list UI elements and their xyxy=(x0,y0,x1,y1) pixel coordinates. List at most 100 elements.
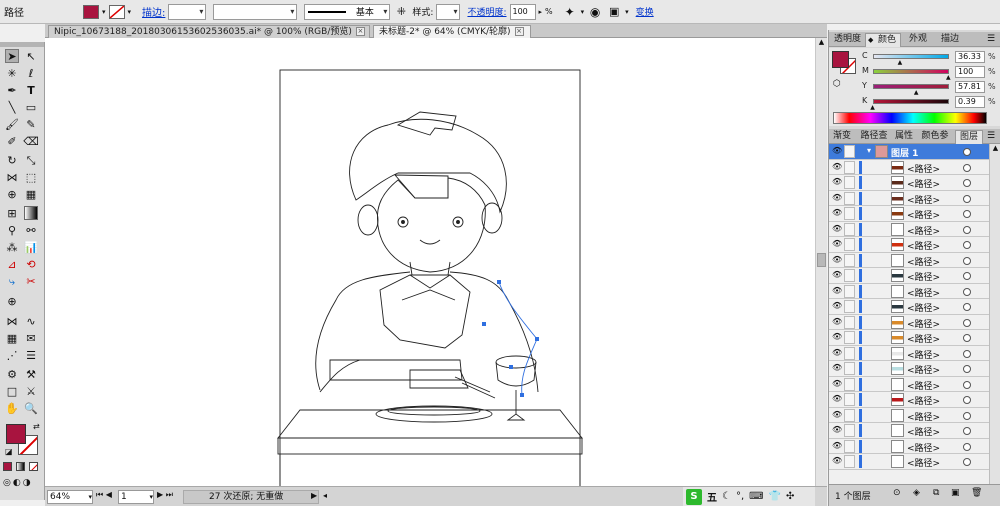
sublayer-row[interactable]: 👁 <路径> xyxy=(829,392,989,408)
next-artboard-icon[interactable]: ▶ ⏭ xyxy=(157,490,173,500)
stroke-weight-dropdown[interactable]: ▾ xyxy=(168,3,207,20)
sublayer-name[interactable]: <路径> xyxy=(907,193,940,206)
rectangle-tool-icon[interactable]: ▭ xyxy=(24,100,38,114)
target-icon[interactable] xyxy=(963,427,971,435)
zoom-dropdown-icon[interactable]: ▾ xyxy=(88,491,92,503)
lock-toggle[interactable] xyxy=(844,207,855,220)
width-tool-icon[interactable]: ⋈ xyxy=(5,170,19,184)
sublayer-name[interactable]: <路径> xyxy=(907,348,940,361)
sublayer-name[interactable]: <路径> xyxy=(907,239,940,252)
canvas-vertical-scrollbar[interactable]: ▲ xyxy=(815,38,827,486)
tools-icon[interactable]: ✣ xyxy=(786,491,794,502)
magic-wand-tool-icon[interactable]: ✳ xyxy=(5,66,19,80)
half-width-moon-icon[interactable]: ☾ xyxy=(722,491,731,502)
slice-tool-icon[interactable]: ⟲ xyxy=(24,257,38,271)
channel-slider[interactable] xyxy=(873,54,949,59)
lock-toggle[interactable] xyxy=(844,300,855,313)
sublayer-row[interactable]: 👁 <路径> xyxy=(829,361,989,377)
target-icon[interactable] xyxy=(963,411,971,420)
lock-toggle[interactable] xyxy=(844,455,855,468)
lock-toggle[interactable] xyxy=(844,145,855,158)
stroke-label-link[interactable]: 描边: xyxy=(142,4,165,19)
visibility-eye-icon[interactable]: 👁 xyxy=(832,286,842,294)
ime-mode-label[interactable]: 五 xyxy=(707,489,717,504)
stroke-none-swatch[interactable] xyxy=(108,4,125,19)
slider-handle-icon[interactable]: ▲ xyxy=(870,104,875,111)
gradient-mode-icon[interactable] xyxy=(16,462,25,471)
align-to-pixel-icon[interactable]: ⁜ xyxy=(393,4,409,20)
sublayer-row[interactable]: 👁 <路径> xyxy=(829,206,989,222)
channel-value-field[interactable]: 100 xyxy=(955,66,985,78)
artboard-tool-icon[interactable]: ⊿ xyxy=(5,257,19,271)
panel-fill-swatch[interactable] xyxy=(832,51,849,68)
artboard-rect-tool-icon[interactable]: □ xyxy=(5,384,19,398)
sublayer-row[interactable]: 👁 <路径> xyxy=(829,299,989,315)
sublayer-name[interactable]: <路径> xyxy=(907,286,940,299)
visibility-eye-icon[interactable]: 👁 xyxy=(832,395,842,403)
live-paint-tool-icon[interactable]: ⚙ xyxy=(5,367,19,381)
none-mode-icon[interactable] xyxy=(29,462,38,471)
close-tab-icon[interactable]: × xyxy=(514,27,524,36)
tab-pathfinder[interactable]: 路径查 xyxy=(856,130,892,144)
opacity-field[interactable]: 100 xyxy=(509,3,536,20)
lock-toggle[interactable] xyxy=(844,439,855,453)
lock-toggle[interactable] xyxy=(844,191,855,205)
target-icon[interactable] xyxy=(963,303,971,311)
fill-swatch[interactable] xyxy=(83,4,99,19)
align-tool-icon[interactable]: ☰ xyxy=(24,348,38,362)
sublayer-name[interactable]: <路径> xyxy=(907,394,940,407)
skin-icon[interactable]: 👕 xyxy=(769,491,781,502)
scissors-tool-icon[interactable]: ✂ xyxy=(24,274,38,288)
sublayer-row[interactable]: 👁 <路径> xyxy=(829,159,989,175)
visibility-eye-icon[interactable]: 👁 xyxy=(832,348,842,356)
history-status[interactable]: 27 次还原; 无重做 xyxy=(183,490,319,504)
sublayer-name[interactable]: <路径> xyxy=(907,208,940,221)
scroll-up-arrow-icon[interactable]: ▲ xyxy=(816,38,827,46)
sublayer-row[interactable]: 👁 <路径> xyxy=(829,283,989,299)
paintbrush-tool-icon[interactable]: 🖌 xyxy=(5,117,19,131)
tab-color-guide[interactable]: 颜色参 xyxy=(917,130,953,144)
status-menu-arrow-icon[interactable]: ▶ xyxy=(311,491,317,500)
lock-toggle[interactable] xyxy=(844,408,855,422)
make-clipping-mask-icon[interactable]: ◈ xyxy=(913,488,920,498)
recolor-dropdown-icon[interactable]: ▾ xyxy=(581,8,585,16)
lock-toggle[interactable] xyxy=(844,238,855,251)
sublayer-row[interactable]: 👁 <路径> xyxy=(829,407,989,423)
selection-tool-icon[interactable]: ➤ xyxy=(5,49,19,63)
prev-artboard-icon[interactable]: ⏮ ◀ xyxy=(96,490,112,500)
perspective-grid-tool-icon[interactable]: ▦ xyxy=(24,187,38,201)
zoom-field[interactable]: 64% ▾ xyxy=(47,490,93,504)
lock-toggle[interactable] xyxy=(844,424,855,437)
lock-toggle[interactable] xyxy=(844,160,855,174)
document-canvas[interactable] xyxy=(45,38,827,486)
sublayer-name[interactable]: <路径> xyxy=(907,162,940,175)
target-icon[interactable] xyxy=(963,272,971,280)
global-edit-icon[interactable]: ◉ xyxy=(587,4,603,20)
zoom-tool-icon[interactable]: 🔍 xyxy=(24,401,38,415)
lock-toggle[interactable] xyxy=(844,269,855,282)
visibility-eye-icon[interactable]: 👁 xyxy=(832,240,842,248)
lock-toggle[interactable] xyxy=(844,253,855,267)
sublayer-row[interactable]: 👁 <路径> xyxy=(829,268,989,284)
lock-toggle[interactable] xyxy=(844,284,855,298)
sublayer-name[interactable]: <路径> xyxy=(907,270,940,283)
recolor-artwork-icon[interactable]: ✦ xyxy=(562,4,578,20)
rotate-tool-icon[interactable]: ↻ xyxy=(5,153,19,167)
tab-appearance[interactable]: 外观 xyxy=(903,33,933,47)
align-options-icon[interactable]: ▣ xyxy=(606,4,622,20)
sublayer-name[interactable]: <路径> xyxy=(907,456,940,469)
sublayer-row[interactable]: 👁 <路径> xyxy=(829,252,989,268)
target-icon[interactable] xyxy=(963,225,971,234)
new-layer-icon[interactable]: ▣ xyxy=(951,488,960,498)
shape-builder-tool-icon[interactable]: ⊕ xyxy=(5,187,19,201)
locate-object-icon[interactable]: ⊙ xyxy=(893,488,901,498)
layer-row-top[interactable]: 👁 ▾ 图层 1 xyxy=(829,144,989,160)
sublayer-name[interactable]: <路径> xyxy=(907,332,940,345)
target-icon[interactable] xyxy=(963,349,971,358)
direct-selection-tool-icon[interactable]: ↖ xyxy=(24,49,38,63)
target-icon[interactable] xyxy=(963,334,971,342)
visibility-eye-icon[interactable]: 👁 xyxy=(832,302,842,310)
visibility-eye-icon[interactable]: 👁 xyxy=(832,209,842,217)
sublayer-name[interactable]: <路径> xyxy=(907,224,940,237)
toolbox-grip[interactable] xyxy=(0,42,44,47)
